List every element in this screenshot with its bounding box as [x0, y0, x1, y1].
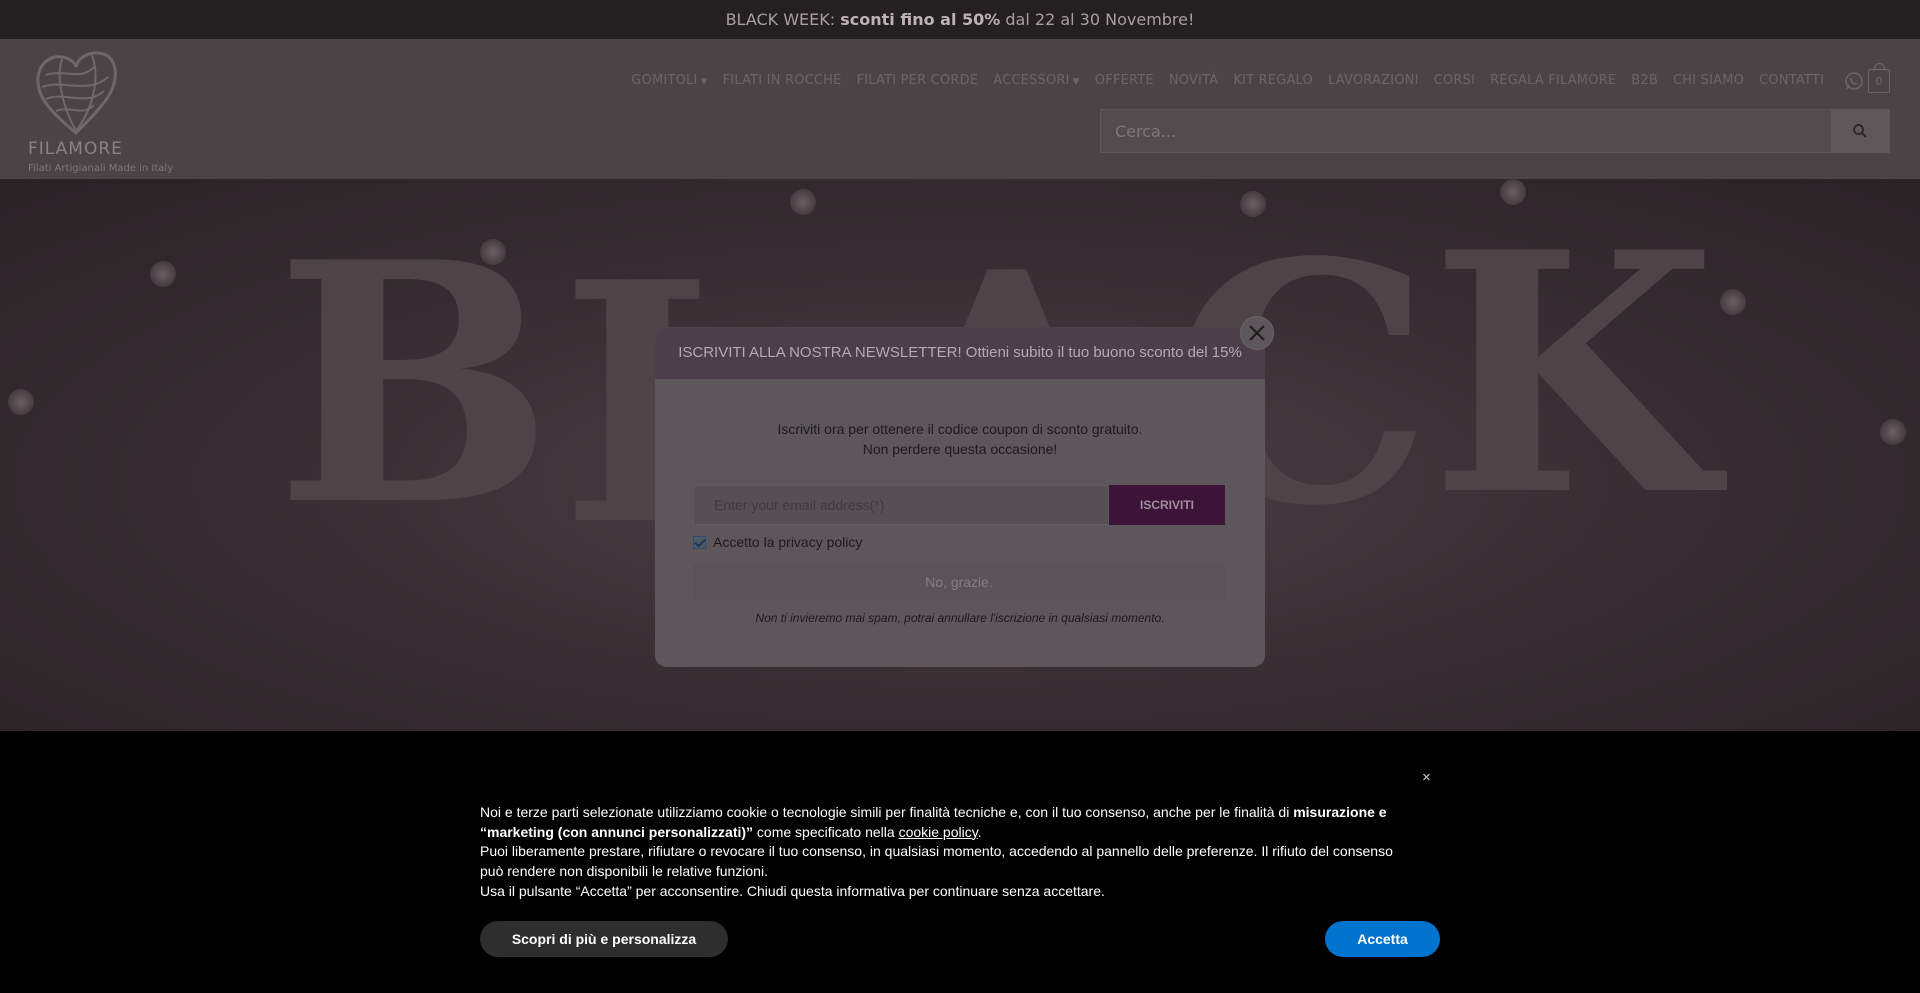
modal-lead: Iscriviti ora per ottenere il codice cou…: [655, 379, 1265, 459]
modal-lead-line: Non perdere questa occasione!: [862, 441, 1058, 457]
email-form: ISCRIVITI: [693, 485, 1225, 525]
checkbox-icon[interactable]: [693, 535, 706, 549]
modal-disclaimer: Non ti invieremo mai spam, potrai annull…: [755, 611, 1165, 625]
newsletter-modal: ISCRIVITI ALLA NOSTRA NEWSLETTER! Ottien…: [655, 327, 1265, 667]
cart-icon[interactable]: 0: [1868, 63, 1890, 93]
yarn-heart-logo-icon: [36, 51, 117, 136]
nav-item-offerte[interactable]: OFFERTE: [1095, 73, 1154, 88]
cookie-paragraph: Puoi liberamente prestare, rifiutare o r…: [480, 843, 1393, 880]
cookie-paragraph: Usa il pulsante “Accetta” per acconsenti…: [480, 882, 1105, 899]
search-input[interactable]: [1101, 110, 1831, 152]
no-thanks-button[interactable]: No, grazie.: [693, 564, 1225, 600]
promo-text-start: BLACK WEEK:: [725, 10, 841, 29]
cookie-paragraph: Noi e terze parti selezionate utilizziam…: [480, 803, 1400, 842]
chevron-down-icon: ▼: [700, 77, 708, 87]
nav-item-contatti[interactable]: CONTATTI: [1759, 73, 1824, 88]
chevron-down-icon: ▼: [1072, 77, 1080, 87]
accept-button[interactable]: Accetta: [1325, 921, 1440, 957]
light-bulb: [1880, 419, 1906, 445]
nav-label: ACCESSORI: [993, 73, 1070, 88]
nav-item-kit-regalo[interactable]: KIT REGALO: [1233, 73, 1313, 88]
site-header: FILAMORE Filati Artigianali Made in Ital…: [0, 39, 1920, 179]
cookie-text-start: Noi e terze parti selezionate utilizziam…: [480, 804, 1294, 820]
hero-letter: K: [1430, 180, 1717, 568]
nav-item-chi-siamo[interactable]: CHI SIAMO: [1673, 73, 1744, 88]
light-bulb: [790, 189, 816, 215]
nav-item-accessori[interactable]: ACCESSORI ▼: [993, 73, 1080, 88]
cookie-text: Noi e terze parti selezionate utilizziam…: [480, 803, 1400, 902]
modal-body: Iscriviti ora per ottenere il codice cou…: [655, 379, 1265, 625]
privacy-consent[interactable]: Accetto la privacy policy: [693, 534, 862, 550]
nav-item-regala-filamore[interactable]: REGALA FILAMORE: [1490, 73, 1616, 88]
nav-item-novita[interactable]: NOVITÀ: [1169, 73, 1218, 88]
nav-item-corsi[interactable]: CORSI: [1434, 73, 1475, 88]
nav-item-lavorazioni[interactable]: LAVORAZIONI: [1328, 73, 1419, 88]
cookie-banner: × Noi e terze parti selezionate utilizzi…: [0, 731, 1920, 993]
search-bar: [1100, 109, 1890, 153]
close-icon: [1249, 325, 1265, 341]
hero-letter: B: [275, 190, 554, 578]
cookie-text-end: .: [977, 823, 982, 840]
nav-item-gomitoli[interactable]: GOMITOLI ▼: [631, 73, 707, 88]
cookie-policy-link[interactable]: cookie policy: [899, 824, 978, 840]
light-bulb: [8, 389, 34, 415]
customize-button[interactable]: Scopri di più e personalizza: [480, 921, 728, 957]
promo-bar: BLACK WEEK: sconti fino al 50% dal 22 al…: [0, 0, 1920, 39]
light-bulb: [150, 261, 176, 287]
cookie-text-mid: come specificato nella: [753, 823, 899, 840]
logo[interactable]: FILAMORE Filati Artigianali Made in Ital…: [28, 47, 178, 174]
light-bulb: [1720, 289, 1746, 315]
nav-item-filati-per-corde[interactable]: FILATI PER CORDE: [857, 73, 979, 88]
consent-label: Accetto la privacy policy: [713, 534, 863, 550]
nav-label: GOMITOLI: [631, 73, 698, 88]
whatsapp-icon[interactable]: [1844, 71, 1864, 91]
modal-close-button[interactable]: [1240, 316, 1274, 350]
search-icon: [1853, 124, 1867, 138]
search-button[interactable]: [1831, 110, 1889, 152]
cookie-close-icon[interactable]: ×: [1422, 769, 1431, 786]
modal-header: ISCRIVITI ALLA NOSTRA NEWSLETTER! Ottien…: [655, 327, 1265, 379]
nav-item-filati-in-rocche[interactable]: FILATI IN ROCCHE: [723, 73, 842, 88]
logo-tagline: Filati Artigianali Made in Italy: [28, 163, 174, 174]
modal-lead-line: Iscriviti ora per ottenere il codice cou…: [777, 421, 1143, 437]
promo-text-bold: sconti fino al 50%: [840, 10, 1001, 29]
main-nav: GOMITOLI ▼ FILATI IN ROCCHE FILATI PER CO…: [631, 73, 1824, 88]
logo-wordmark: FILAMORE: [28, 139, 123, 159]
email-field[interactable]: [693, 485, 1109, 525]
nav-item-b2b[interactable]: B2B: [1631, 73, 1658, 88]
promo-text-end: dal 22 al 30 Novembre!: [1000, 10, 1195, 29]
cart-count: 0: [1875, 75, 1883, 88]
subscribe-button[interactable]: ISCRIVITI: [1109, 485, 1225, 525]
